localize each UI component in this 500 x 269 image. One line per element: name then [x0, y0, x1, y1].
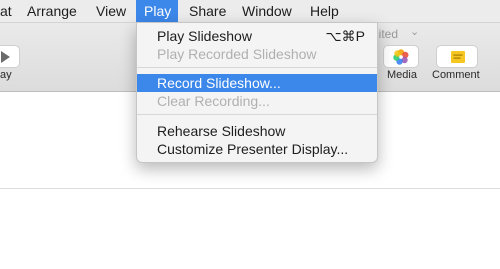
menu-share[interactable]: Share: [189, 0, 226, 23]
menu-item-play-slideshow[interactable]: Play Slideshow ⌥⌘P: [137, 27, 377, 45]
menu-item-record-slideshow[interactable]: Record Slideshow...: [137, 74, 377, 92]
menu-separator: [137, 114, 377, 115]
comment-icon: [451, 51, 465, 63]
menu-item-play-recorded-slideshow: Play Recorded Slideshow: [137, 45, 377, 63]
menu-view[interactable]: View: [96, 0, 126, 23]
play-button[interactable]: [0, 45, 20, 68]
menu-item-clear-recording: Clear Recording...: [137, 92, 377, 110]
shortcut-label: ⌥⌘P: [325, 28, 365, 44]
menu-format[interactable]: at: [0, 0, 12, 23]
canvas-divider: [0, 188, 500, 189]
menu-bar: at Arrange View Play Share Window Help: [0, 0, 500, 23]
media-button[interactable]: [383, 45, 419, 68]
menu-window[interactable]: Window: [242, 0, 292, 23]
menu-separator: [137, 67, 377, 68]
media-label: Media: [387, 69, 417, 81]
photos-icon: [393, 49, 409, 65]
comment-label: Comment: [432, 69, 480, 81]
menu-item-label: Record Slideshow...: [157, 75, 281, 91]
play-menu-dropdown: Play Slideshow ⌥⌘P Play Recorded Slidesh…: [136, 22, 378, 163]
menu-item-label: Play Slideshow: [157, 28, 252, 44]
menu-item-label: Clear Recording...: [157, 93, 270, 109]
comment-button[interactable]: [436, 45, 478, 68]
menu-item-rehearse-slideshow[interactable]: Rehearse Slideshow: [137, 122, 377, 140]
menu-help[interactable]: Help: [310, 0, 339, 23]
menu-item-label: Play Recorded Slideshow: [157, 46, 317, 62]
menu-item-label: Customize Presenter Display...: [157, 141, 349, 157]
menu-item-label: Rehearse Slideshow: [157, 123, 286, 139]
play-label: ay: [0, 69, 12, 81]
chevron-down-icon[interactable]: ⌄: [410, 25, 419, 38]
menu-arrange[interactable]: Arrange: [27, 0, 77, 23]
menu-play[interactable]: Play: [136, 0, 178, 23]
play-icon: [1, 51, 10, 63]
menu-item-customize-presenter-display[interactable]: Customize Presenter Display...: [137, 140, 377, 158]
